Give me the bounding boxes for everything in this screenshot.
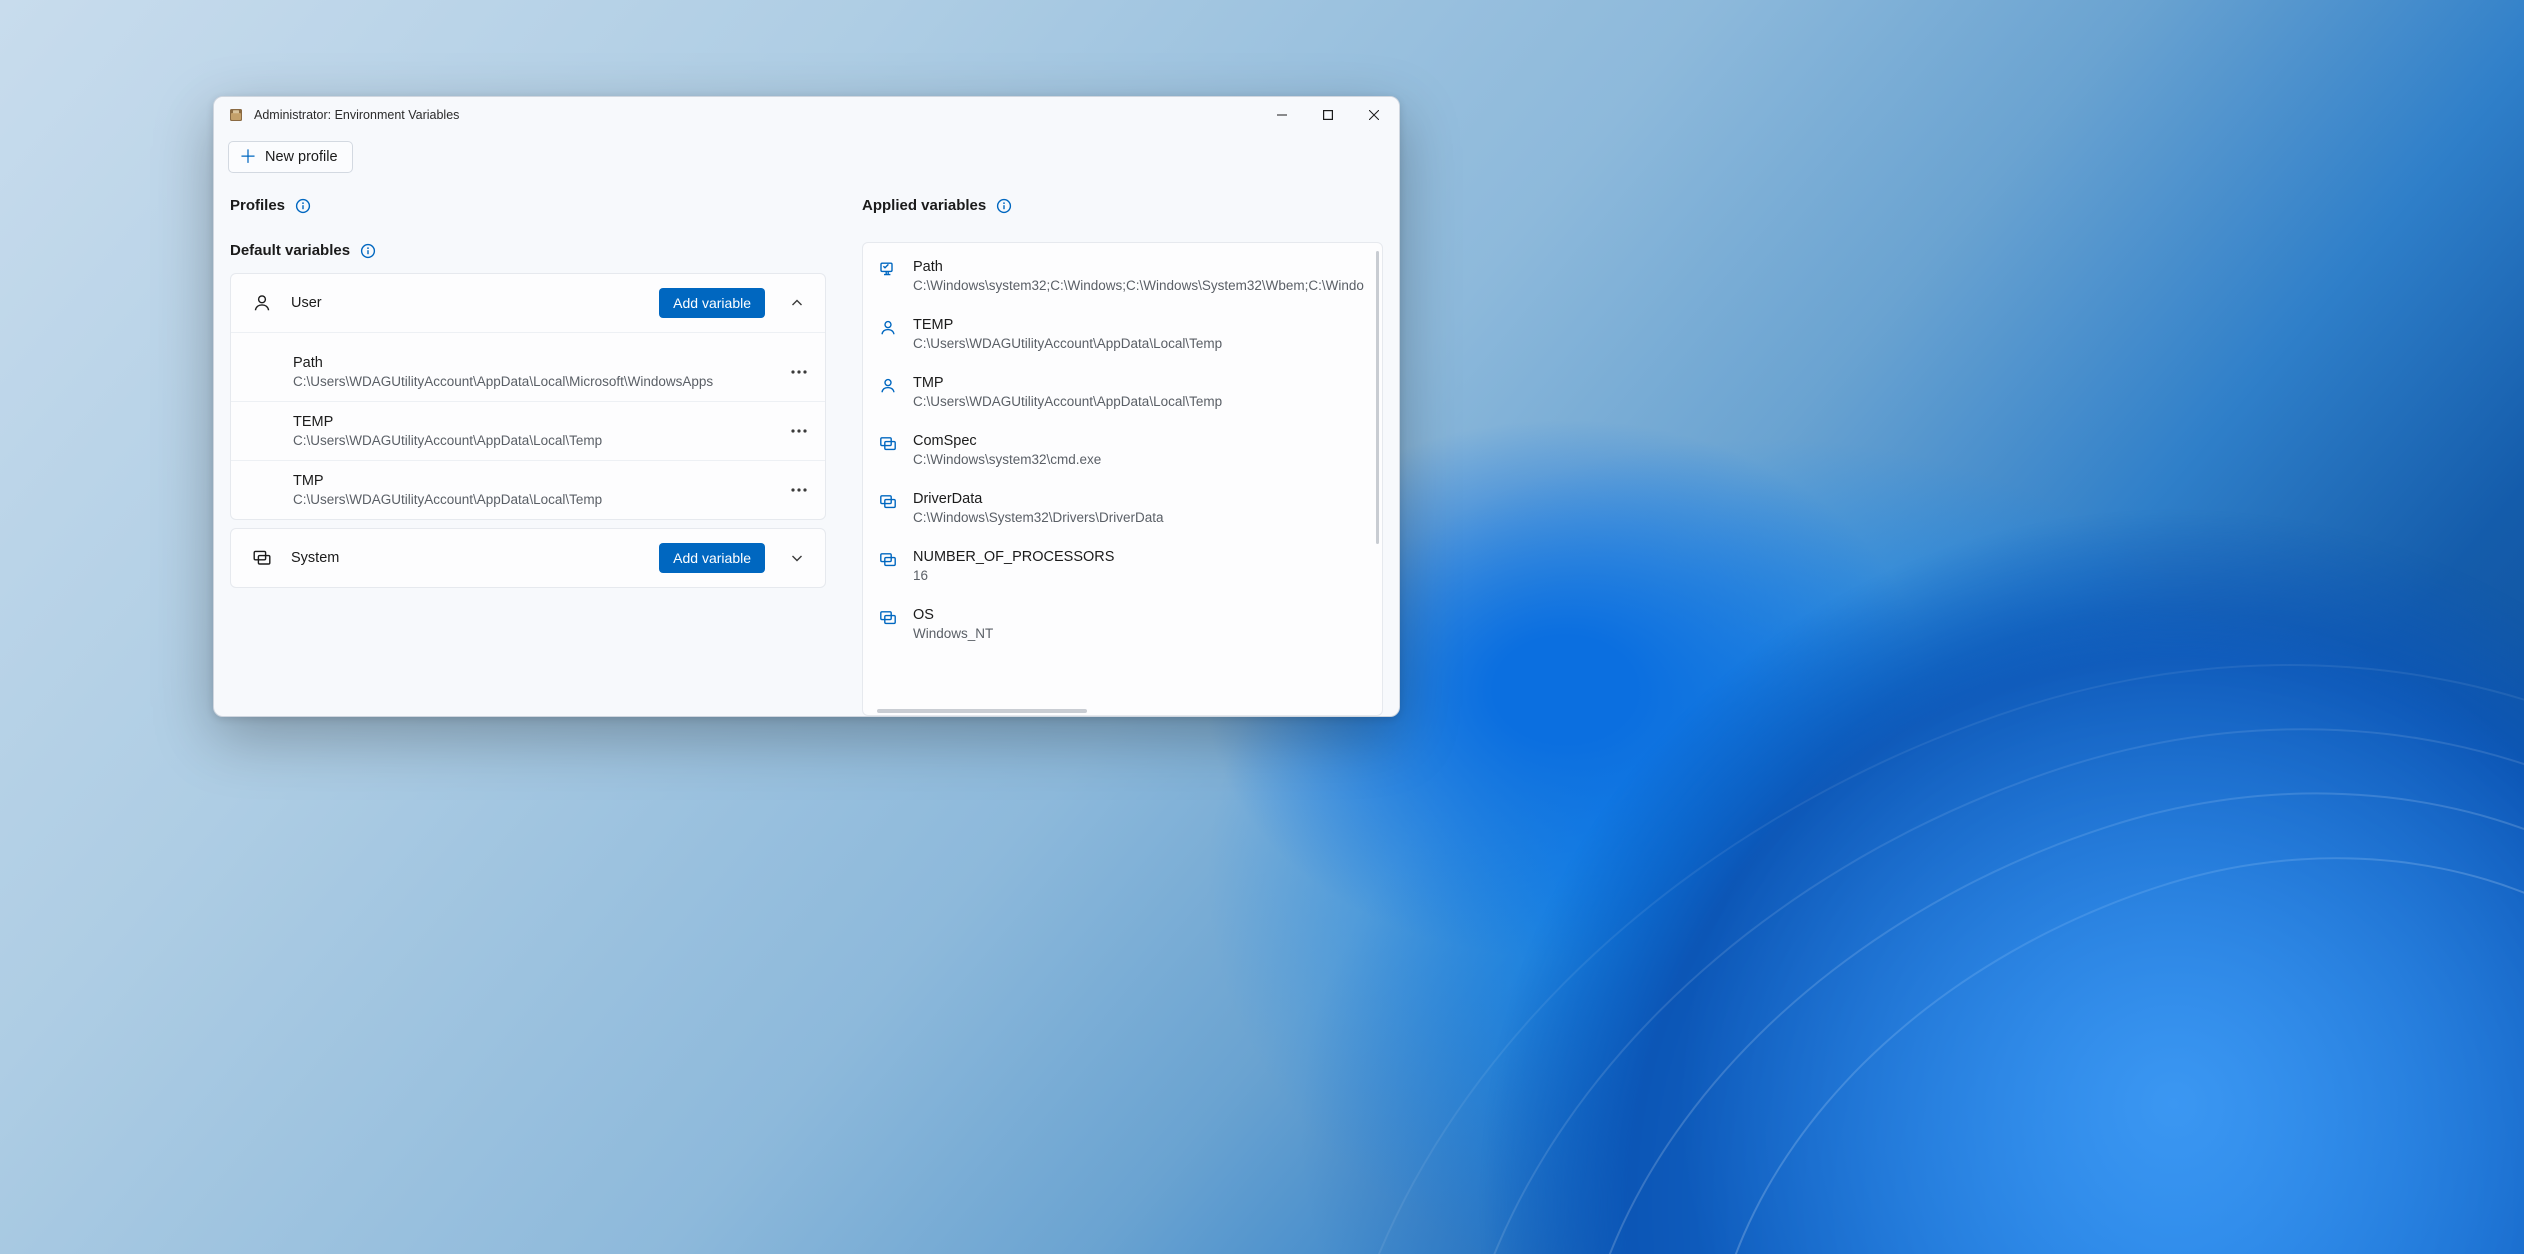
system-group-label: System — [291, 550, 641, 566]
variable-value: C:\Windows\system32;C:\Windows;C:\Window… — [913, 278, 1364, 293]
system-icon — [251, 547, 273, 569]
variable-value: C:\Windows\System32\Drivers\DriverData — [913, 510, 1364, 525]
variable-name: TMP — [293, 473, 769, 489]
variable-value: C:\Windows\system32\cmd.exe — [913, 452, 1364, 467]
variable-row[interactable]: TEMP C:\Users\WDAGUtilityAccount\AppData\… — [231, 401, 825, 460]
user-group-label: User — [291, 295, 641, 311]
window-title: Administrator: Environment Variables — [254, 108, 459, 122]
user-scope-icon — [879, 377, 897, 395]
system-scope-icon — [879, 493, 897, 511]
more-icon[interactable] — [783, 474, 815, 506]
add-variable-system-button[interactable]: Add variable — [659, 543, 765, 573]
new-profile-label: New profile — [265, 149, 338, 165]
variable-row[interactable]: TMP C:\Users\WDAGUtilityAccount\AppData\L… — [231, 460, 825, 519]
user-icon — [251, 292, 273, 314]
applied-variable-row[interactable]: ComSpec C:\Windows\system32\cmd.exe — [863, 421, 1382, 479]
variable-value: C:\Users\WDAGUtilityAccount\AppData\Loca… — [293, 433, 769, 448]
system-group-header[interactable]: System Add variable — [231, 529, 825, 587]
window-minimize-button[interactable] — [1259, 97, 1305, 133]
more-icon[interactable] — [783, 356, 815, 388]
profiles-heading: Profiles — [230, 197, 285, 214]
titlebar[interactable]: Administrator: Environment Variables — [214, 97, 1399, 133]
applied-variables-heading: Applied variables — [862, 197, 986, 214]
new-profile-button[interactable]: ＋ New profile — [228, 141, 353, 173]
info-icon[interactable] — [360, 243, 376, 259]
variable-name: Path — [293, 355, 769, 371]
toolbar: ＋ New profile — [214, 133, 1399, 175]
variable-name: TMP — [913, 375, 1364, 391]
app-icon — [228, 107, 244, 123]
applied-variables-scroll[interactable]: Path C:\Windows\system32;C:\Windows;C:\Wi… — [863, 243, 1382, 715]
user-variables-group: User Add variable Path C:\Users\WDAGUtili… — [230, 273, 826, 520]
window-maximize-button[interactable] — [1305, 97, 1351, 133]
variable-name: ComSpec — [913, 433, 1364, 449]
applied-variable-row[interactable]: DriverData C:\Windows\System32\Drivers\Dr… — [863, 479, 1382, 537]
applied-variable-row[interactable]: Path C:\Windows\system32;C:\Windows;C:\Wi… — [863, 247, 1382, 305]
horizontal-scrollbar[interactable] — [877, 709, 1087, 713]
applied-variable-row[interactable]: OS Windows_NT — [863, 595, 1382, 653]
more-icon[interactable] — [783, 415, 815, 447]
variable-name: OS — [913, 607, 1364, 623]
add-variable-user-button[interactable]: Add variable — [659, 288, 765, 318]
window-close-button[interactable] — [1351, 97, 1397, 133]
variable-name: NUMBER_OF_PROCESSORS — [913, 549, 1364, 565]
variable-name: Path — [913, 259, 1364, 275]
variable-name: TEMP — [913, 317, 1364, 333]
default-variables-heading: Default variables — [230, 242, 350, 259]
info-icon[interactable] — [996, 198, 1012, 214]
variable-value: 16 — [913, 568, 1364, 583]
variable-name: TEMP — [293, 414, 769, 430]
applied-scope-icon — [879, 261, 897, 279]
system-variables-group: System Add variable — [230, 528, 826, 588]
variable-value: Windows_NT — [913, 626, 1364, 641]
variable-value: C:\Users\WDAGUtilityAccount\AppData\Loca… — [293, 492, 769, 507]
system-scope-icon — [879, 435, 897, 453]
system-scope-icon — [879, 551, 897, 569]
environment-variables-window: Administrator: Environment Variables ＋ N… — [213, 96, 1400, 717]
applied-variable-row[interactable]: TMP C:\Users\WDAGUtilityAccount\AppData\L… — [863, 363, 1382, 421]
info-icon[interactable] — [295, 198, 311, 214]
applied-variables-list: Path C:\Windows\system32;C:\Windows;C:\Wi… — [862, 242, 1383, 716]
applied-variable-row[interactable]: NUMBER_OF_PROCESSORS 16 — [863, 537, 1382, 595]
variable-row[interactable]: Path C:\Users\WDAGUtilityAccount\AppData\… — [231, 332, 825, 401]
chevron-up-icon[interactable] — [783, 289, 811, 317]
system-scope-icon — [879, 609, 897, 627]
user-group-header[interactable]: User Add variable — [231, 274, 825, 332]
applied-variable-row[interactable]: TEMP C:\Users\WDAGUtilityAccount\AppData\… — [863, 305, 1382, 363]
chevron-down-icon[interactable] — [783, 544, 811, 572]
variable-name: DriverData — [913, 491, 1364, 507]
variable-value: C:\Users\WDAGUtilityAccount\AppData\Loca… — [913, 336, 1364, 351]
variable-value: C:\Users\WDAGUtilityAccount\AppData\Loca… — [293, 374, 769, 389]
user-scope-icon — [879, 319, 897, 337]
variable-value: C:\Users\WDAGUtilityAccount\AppData\Loca… — [913, 394, 1364, 409]
